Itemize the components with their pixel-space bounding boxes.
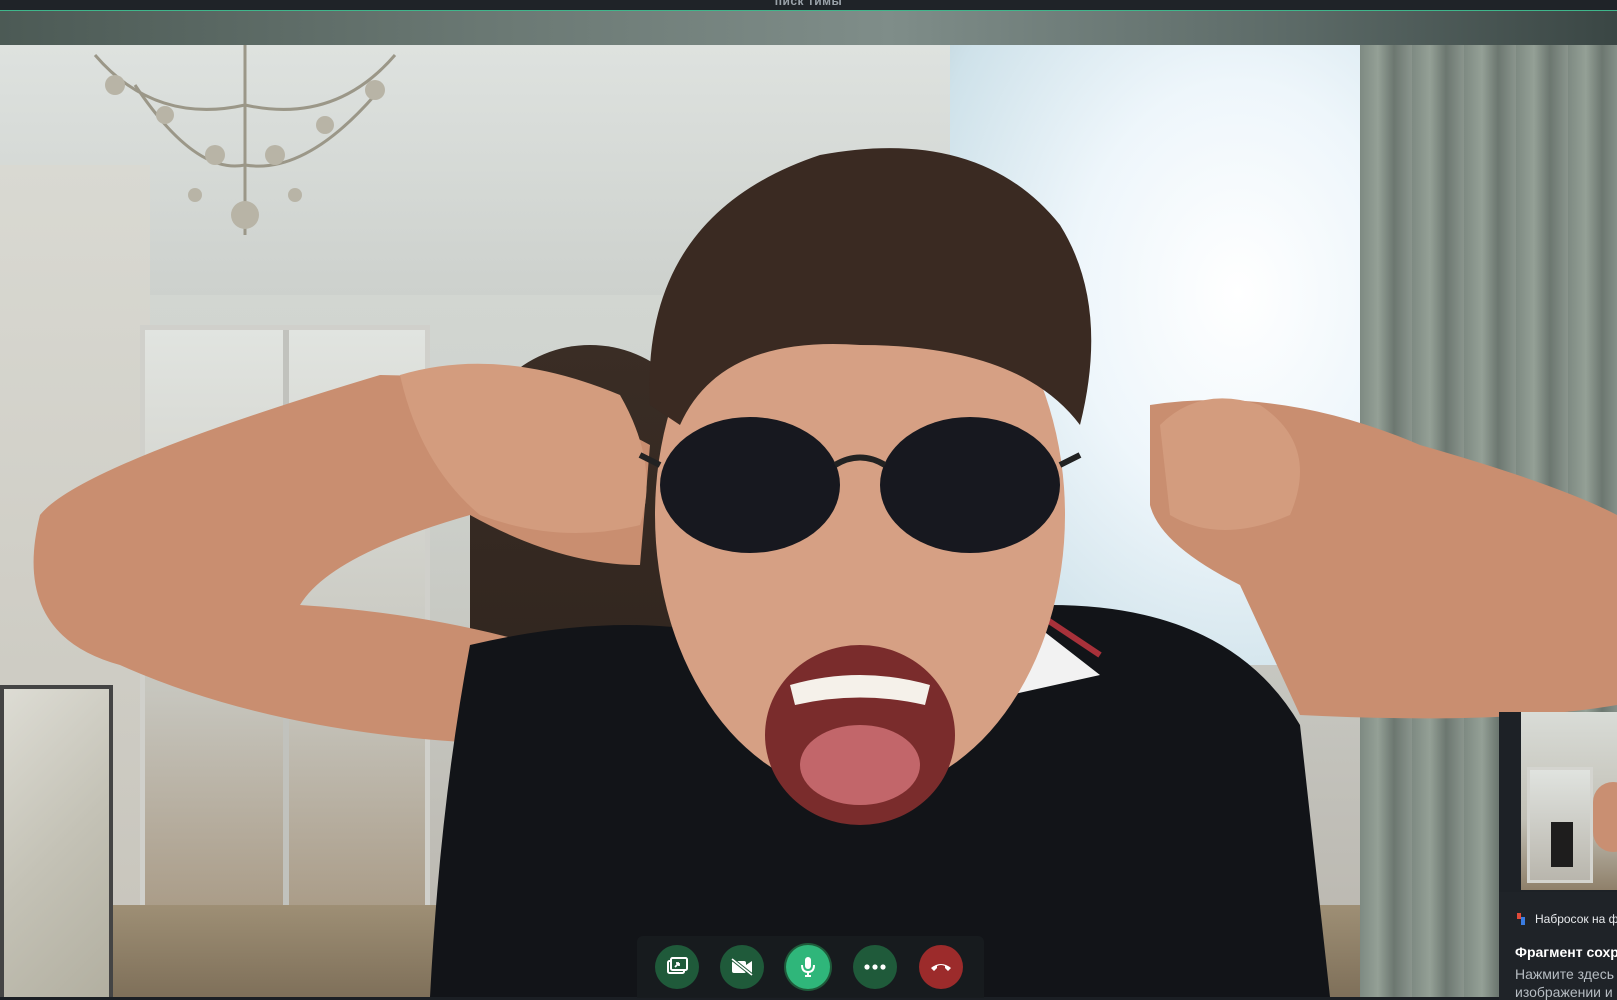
snip-app-icon xyxy=(1515,912,1527,926)
notification-app-row: Набросок на ф xyxy=(1515,912,1617,926)
notification-app-name: Набросок на ф xyxy=(1535,912,1617,926)
participant-image xyxy=(33,148,1617,997)
notification-body-line-2: изображении и xyxy=(1515,984,1613,1000)
notification-body-line-1: Нажмите здесь xyxy=(1515,966,1614,982)
share-screen-button[interactable] xyxy=(655,945,699,989)
video-off-icon xyxy=(730,958,754,976)
hang-up-icon xyxy=(931,964,951,971)
snip-notification[interactable]: Набросок на ф Фрагмент сохр Нажмите здес… xyxy=(1499,892,1617,1000)
self-view[interactable] xyxy=(1499,712,1617,892)
end-call-button[interactable] xyxy=(919,945,963,989)
remote-video[interactable] xyxy=(0,45,1617,997)
notification-body: Нажмите здесь изображении и xyxy=(1515,965,1617,1000)
window-title: писк тимы xyxy=(774,0,843,8)
title-bar: писк тимы xyxy=(0,0,1617,11)
more-options-button[interactable] xyxy=(853,945,897,989)
top-band xyxy=(0,11,1617,45)
share-screen-icon xyxy=(667,957,688,974)
microphone-button[interactable] xyxy=(786,945,830,989)
video-call-window: писк тимы Набросок на ф Фрагмент сохр На… xyxy=(0,0,1617,1000)
call-controls-bar xyxy=(637,936,984,998)
microphone-icon xyxy=(801,957,815,977)
video-toggle-button[interactable] xyxy=(720,945,764,989)
self-view-image xyxy=(1521,712,1617,890)
notification-title: Фрагмент сохр xyxy=(1515,944,1617,960)
more-icon xyxy=(864,964,886,970)
